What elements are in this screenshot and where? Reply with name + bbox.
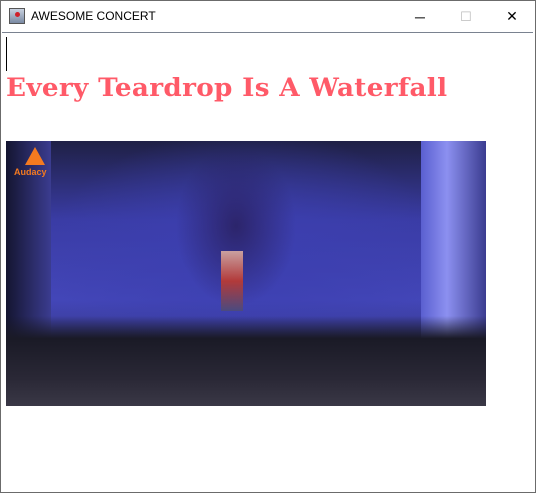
- window-title: AWESOME CONCERT: [31, 9, 156, 23]
- minimize-button[interactable]: ─: [397, 1, 443, 32]
- app-window: AWESOME CONCERT ─ ☐ ✕ Every Teardrop Is …: [0, 0, 536, 493]
- close-button[interactable]: ✕: [489, 1, 535, 32]
- audacy-logo: Audacy: [12, 145, 62, 179]
- maximize-button[interactable]: ☐: [443, 1, 489, 32]
- crowd: [6, 316, 486, 406]
- stage-curtain-right: [421, 141, 486, 341]
- song-title: Every Teardrop Is A Waterfall: [6, 73, 448, 102]
- title-bar[interactable]: AWESOME CONCERT ─ ☐ ✕: [1, 1, 535, 32]
- performer: [221, 251, 243, 311]
- content-pane: Every Teardrop Is A Waterfall Audacy: [2, 32, 533, 491]
- app-icon: [9, 8, 25, 24]
- concert-video[interactable]: Audacy: [6, 141, 486, 406]
- text-caret: [6, 37, 7, 71]
- logo-text: Audacy: [14, 167, 47, 177]
- audacy-logo-icon: [25, 147, 45, 165]
